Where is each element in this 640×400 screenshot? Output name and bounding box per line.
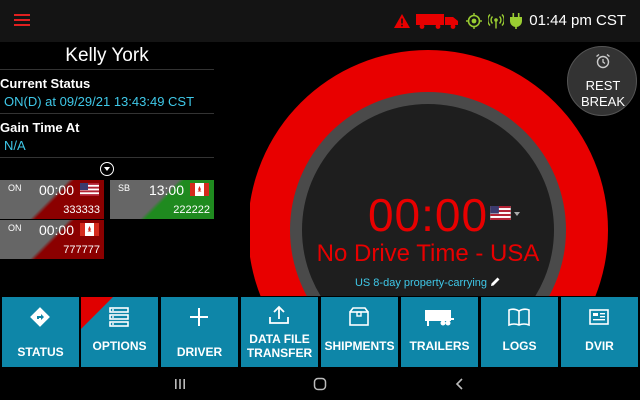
- us-flag-icon[interactable]: [490, 206, 511, 220]
- warning-icon[interactable]: [394, 14, 410, 28]
- clock-card-status: ON: [8, 183, 22, 193]
- trailers-label: TRAILERS: [409, 339, 470, 353]
- signal-icon[interactable]: [488, 13, 504, 29]
- truck-icon[interactable]: [416, 13, 460, 29]
- plus-icon: [190, 308, 208, 326]
- clock-card-on-ca[interactable]: ON 00:00 777777: [0, 220, 104, 259]
- home-icon[interactable]: [313, 377, 327, 391]
- driver-label: DRIVER: [176, 345, 223, 359]
- clock-card-value: 333333: [63, 204, 100, 216]
- status-label: STATUS: [17, 345, 64, 359]
- alarm-clock-icon: [596, 53, 610, 69]
- clock-card-value: 777777: [63, 244, 100, 256]
- clock-card-sb-ca[interactable]: SB 13:00 222222: [110, 180, 214, 219]
- pencil-icon[interactable]: [490, 276, 501, 287]
- gain-time-value: N/A: [4, 138, 26, 153]
- book-icon: [508, 308, 530, 327]
- driver-name: Kelly York: [65, 45, 149, 66]
- chevron-down-icon[interactable]: [514, 212, 520, 216]
- trailer-icon: [425, 310, 454, 326]
- clock-card-time: 00:00: [38, 182, 74, 198]
- drive-timer: 00:00: [367, 189, 489, 241]
- dvir-button[interactable]: DVIR: [561, 297, 638, 367]
- dvir-label: DVIR: [585, 339, 614, 353]
- gps-icon[interactable]: [466, 13, 482, 29]
- android-navigation-bar: [0, 368, 640, 400]
- bottom-toolbar: STATUS OPTIONS DRIVER DATA FILE TRANSFER …: [0, 296, 640, 368]
- rest-break-label: REST BREAK: [568, 78, 638, 110]
- collapse-chevron-icon[interactable]: [100, 162, 114, 176]
- ruleset-link[interactable]: US 8-day property-carrying: [330, 276, 526, 289]
- clock-card-status: SB: [118, 183, 131, 193]
- canada-flag-icon: [80, 223, 99, 236]
- box-icon: [349, 307, 369, 326]
- drive-status-text: No Drive Time - USA: [316, 240, 540, 267]
- divider: [0, 69, 214, 70]
- rest-break-line1: REST: [585, 78, 621, 93]
- clock-card-value: 222222: [173, 204, 210, 216]
- recent-apps-icon[interactable]: [173, 377, 187, 391]
- status-icons: [394, 10, 522, 32]
- power-plug-icon[interactable]: [510, 13, 522, 29]
- options-label: OPTIONS: [92, 339, 147, 353]
- ruleset-label: US 8-day property-carrying: [354, 277, 488, 289]
- clock-card-time: 00:00: [38, 222, 74, 238]
- hamburger-menu-icon[interactable]: [14, 14, 30, 28]
- clock-card-time: 13:00: [148, 182, 184, 198]
- options-button[interactable]: OPTIONS: [81, 297, 158, 367]
- list-icon: [109, 307, 129, 327]
- clock-card-status: ON: [8, 223, 22, 233]
- gain-time-label: Gain Time At: [0, 120, 80, 135]
- back-icon[interactable]: [453, 377, 467, 391]
- clock-card-on-us[interactable]: ON 00:00 333333: [0, 180, 104, 219]
- current-status-label: Current Status: [0, 76, 91, 91]
- shipments-label: SHIPMENTS: [324, 339, 395, 353]
- status-button[interactable]: STATUS: [2, 297, 79, 367]
- current-status-value: ON(D) at 09/29/21 13:43:49 CST: [4, 94, 195, 109]
- form-icon: [589, 309, 609, 325]
- rest-break-button[interactable]: REST BREAK: [567, 46, 637, 116]
- top-status-bar: 01:44 pm CST: [0, 0, 640, 42]
- clock-time: 01:44 pm CST: [529, 12, 626, 29]
- logs-label: LOGS: [502, 339, 537, 353]
- trailers-button[interactable]: TRAILERS: [401, 297, 478, 367]
- driver-button[interactable]: DRIVER: [161, 297, 238, 367]
- shipments-button[interactable]: SHIPMENTS: [321, 297, 398, 367]
- us-flag-icon: [80, 183, 99, 196]
- direction-sign-icon: [30, 307, 50, 327]
- divider: [0, 157, 214, 158]
- data-file-line2: TRANSFER: [246, 346, 313, 360]
- divider: [0, 113, 214, 114]
- canada-flag-icon: [190, 183, 209, 196]
- rest-break-line2: BREAK: [580, 94, 626, 109]
- upload-icon: [269, 305, 289, 324]
- data-file-transfer-label: DATA FILE TRANSFER: [241, 332, 318, 360]
- data-file-line1: DATA FILE: [249, 332, 310, 346]
- data-file-transfer-button[interactable]: DATA FILE TRANSFER: [241, 297, 318, 367]
- logs-button[interactable]: LOGS: [481, 297, 558, 367]
